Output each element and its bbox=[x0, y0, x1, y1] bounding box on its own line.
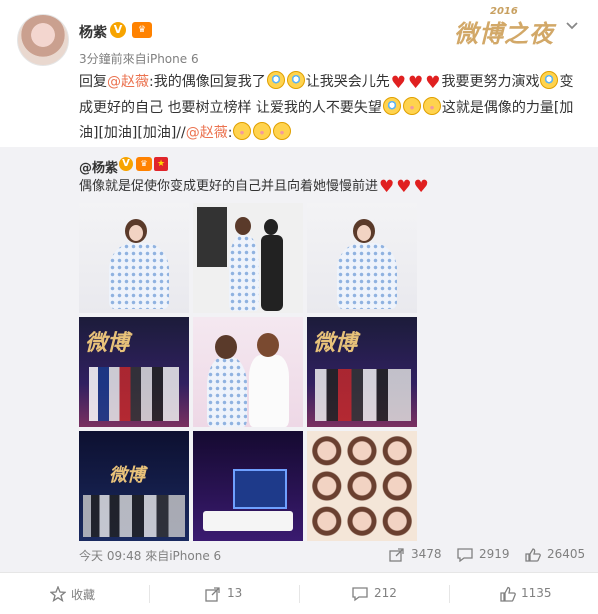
crying-emoji-icon bbox=[266, 71, 285, 89]
share-icon bbox=[389, 548, 404, 562]
comment-button[interactable]: 212 bbox=[300, 573, 449, 614]
post-text-segment: 我要更努力演戏 bbox=[441, 74, 540, 90]
event-logo: 2016 微博之夜 bbox=[450, 6, 560, 48]
heart-icon: ♥ bbox=[379, 177, 395, 197]
favorite-button[interactable]: 收藏 bbox=[0, 573, 149, 614]
post-meta: 3分鐘前來自iPhone 6 bbox=[79, 52, 199, 66]
thumbs-up-icon bbox=[500, 586, 516, 602]
star-icon bbox=[50, 586, 66, 602]
like-button[interactable]: 1135 bbox=[450, 573, 598, 614]
post-text-segment: 让我哭会儿先 bbox=[305, 74, 390, 90]
repost-text-content: 偶像就是促使你变成更好的自己并且向着她慢慢前进 bbox=[79, 179, 379, 194]
photo-thumbnail[interactable]: 微博 bbox=[307, 317, 417, 427]
reply-prefix: 回复 bbox=[79, 74, 107, 90]
comment-count: 212 bbox=[374, 586, 397, 600]
comment-icon bbox=[457, 548, 473, 562]
heart-icon: ♥ bbox=[425, 73, 441, 93]
post-text-colon: : bbox=[227, 125, 233, 141]
photo-thumbnail[interactable] bbox=[193, 317, 303, 427]
sleepy-emoji-icon bbox=[402, 97, 421, 115]
repost-footer: 今天 09:48 來自iPhone 6 3478 2919 26405 bbox=[79, 547, 589, 565]
heart-icon: ♥ bbox=[413, 177, 429, 197]
repost-button[interactable]: 13 bbox=[150, 573, 299, 614]
action-bar: 收藏 13 212 1135 bbox=[0, 572, 598, 614]
sleepy-emoji-icon bbox=[422, 97, 441, 115]
share-icon bbox=[205, 587, 220, 602]
weibo-post-card: 杨紫 V ♛ 3分鐘前來自iPhone 6 2016 微博之夜 回复@赵薇:我的… bbox=[0, 0, 598, 614]
repost-time: 今天 09:48 來自iPhone 6 bbox=[79, 549, 222, 563]
post-text: 回复@赵薇:我的偶像回复我了 让我哭会儿先♥ ♥ ♥我要更努力演戏 变成更好的自己 也要… bbox=[79, 70, 584, 146]
photo-thumbnail[interactable] bbox=[307, 431, 417, 541]
medal-badge-icon: ★ bbox=[154, 157, 168, 171]
mention-link[interactable]: @赵薇 bbox=[107, 74, 149, 90]
photo-thumbnail[interactable] bbox=[79, 203, 189, 313]
sleepy-emoji-icon bbox=[273, 122, 292, 140]
post-username[interactable]: 杨紫 bbox=[79, 22, 107, 42]
like-count: 1135 bbox=[521, 586, 552, 600]
heart-icon: ♥ bbox=[407, 73, 424, 93]
vip-badge-icon: ♛ bbox=[132, 22, 152, 38]
vip-badge-icon: ♛ bbox=[136, 157, 152, 171]
crying-emoji-icon bbox=[382, 97, 401, 115]
sleepy-emoji-icon bbox=[233, 122, 252, 140]
event-logo-name: 微博之夜 bbox=[454, 19, 554, 48]
verified-badge-icon: V bbox=[119, 157, 133, 171]
heart-icon: ♥ bbox=[396, 177, 412, 197]
avatar[interactable] bbox=[17, 14, 69, 66]
share-count: 3478 bbox=[411, 547, 442, 561]
crying-emoji-icon bbox=[286, 71, 305, 89]
mention-link[interactable]: @赵薇 bbox=[186, 125, 228, 141]
photo-thumbnail[interactable]: 微博 bbox=[79, 431, 189, 541]
photo-thumbnail[interactable] bbox=[307, 203, 417, 313]
comment-count: 2919 bbox=[479, 547, 510, 561]
sleepy-emoji-icon bbox=[253, 122, 272, 140]
crying-emoji-icon bbox=[540, 71, 559, 89]
repost-block: @杨紫 V ♛ ★ 偶像就是促使你变成更好的自己并且向着她慢慢前进♥ ♥ ♥ 微… bbox=[0, 147, 598, 572]
thumbs-up-icon bbox=[525, 548, 541, 562]
verified-badge: V bbox=[110, 22, 126, 38]
like-count: 26405 bbox=[547, 547, 586, 561]
repost-text: 偶像就是促使你变成更好的自己并且向着她慢慢前进♥ ♥ ♥ bbox=[79, 178, 430, 196]
heart-icon: ♥ bbox=[390, 73, 406, 93]
photo-thumbnail[interactable] bbox=[193, 431, 303, 541]
photo-thumbnail[interactable]: 微博 bbox=[79, 317, 189, 427]
photo-thumbnail[interactable] bbox=[193, 203, 303, 313]
post-text-segment: :我的偶像回复我了 bbox=[149, 74, 266, 90]
comment-icon bbox=[352, 587, 368, 602]
repost-count: 13 bbox=[227, 586, 243, 600]
repost-username[interactable]: @杨紫 bbox=[79, 157, 118, 176]
chevron-down-icon[interactable] bbox=[564, 18, 580, 34]
favorite-label: 收藏 bbox=[71, 588, 96, 602]
